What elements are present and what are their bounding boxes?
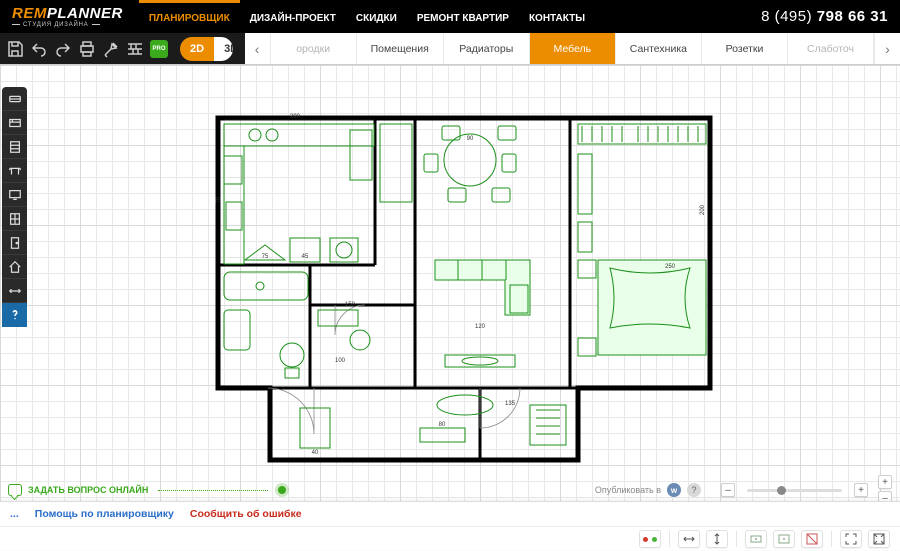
grid-off-button[interactable]: [801, 530, 823, 548]
fullscreen-button[interactable]: [868, 530, 890, 548]
toolbar: PRO 2D 3D ‹ ородки Помещения Радиаторы М…: [0, 33, 900, 65]
nav-contacts[interactable]: КОНТАКТЫ: [519, 0, 595, 33]
svg-text:45: 45: [302, 254, 309, 260]
workspace: .ow{stroke:#000;stroke-width:5;fill:none…: [0, 65, 900, 501]
zoom-slider[interactable]: [747, 489, 842, 492]
view-3d-button[interactable]: 3D: [214, 37, 233, 61]
tab-rooms[interactable]: Помещения: [357, 33, 444, 64]
svg-text:90: 90: [467, 136, 474, 142]
layer-toggle-button[interactable]: [639, 530, 661, 548]
view-2d-button[interactable]: 2D: [180, 37, 214, 61]
sidebar-cabinet-icon[interactable]: [2, 207, 27, 231]
fit-screen-button[interactable]: [840, 530, 862, 548]
phone-prefix: 8 (495): [761, 8, 817, 25]
nav-renovation[interactable]: РЕМОНТ КВАРТИР: [407, 0, 519, 33]
sidebar-house-icon[interactable]: [2, 255, 27, 279]
nav-planner[interactable]: ПЛАНИРОВЩИК: [139, 0, 240, 33]
tab-sockets[interactable]: Розетки: [702, 33, 788, 64]
undo-icon[interactable]: [30, 40, 48, 58]
footer-report-link[interactable]: Сообщить об ошибке: [190, 508, 302, 520]
svg-text:100: 100: [335, 358, 346, 364]
svg-text:70: 70: [216, 196, 222, 203]
publish-strip: ЗАДАТЬ ВОПРОС ОНЛАЙН Опубликовать в w ? …: [0, 479, 900, 501]
ask-online-label: ЗАДАТЬ ВОПРОС ОНЛАЙН: [28, 485, 148, 495]
publish-label: Опубликовать в: [595, 485, 661, 495]
svg-text:135: 135: [505, 401, 516, 407]
sidebar-sofa-icon[interactable]: [2, 87, 27, 111]
online-dotline: [158, 490, 268, 491]
phone-number[interactable]: 8 (495) 798 66 31: [749, 8, 900, 25]
svg-text:80: 80: [439, 422, 446, 428]
category-tabs: ‹ ородки Помещения Радиаторы Мебель Сант…: [245, 33, 900, 64]
svg-text:250: 250: [665, 264, 676, 270]
zoom-in-button[interactable]: +: [854, 483, 868, 497]
logo-rem: REM: [12, 5, 47, 22]
sidebar-help-icon[interactable]: [2, 303, 27, 327]
phone-digits: 798 66 31: [817, 8, 888, 25]
online-indicator-icon: [278, 486, 286, 494]
main-nav: ПЛАНИРОВЩИК ДИЗАЙН-ПРОЕКТ СКИДКИ РЕМОНТ …: [139, 0, 595, 33]
tab-partitions[interactable]: ородки: [271, 33, 357, 64]
redo-icon[interactable]: [54, 40, 72, 58]
snap-h-button[interactable]: [678, 530, 700, 548]
chat-icon: [8, 484, 22, 496]
sidebar-dimension-icon[interactable]: [2, 279, 27, 303]
wall-icon[interactable]: [126, 40, 144, 58]
view-mode-toggle: 2D 3D: [180, 37, 233, 61]
top-bar: REMPLANNER СТУДИЯ ДИЗАЙНА ПЛАНИРОВЩИК ДИ…: [0, 0, 900, 33]
furniture-sidebar: [2, 87, 27, 327]
tabs-scroll-right[interactable]: ›: [874, 33, 900, 64]
tab-plumbing[interactable]: Сантехника: [616, 33, 702, 64]
footer: ... Помощь по планировщику Сообщить об о…: [0, 501, 900, 550]
svg-text:150: 150: [345, 302, 356, 308]
svg-text:75: 75: [262, 254, 269, 260]
sidebar-tv-icon[interactable]: [2, 183, 27, 207]
grid-small-button[interactable]: [745, 530, 767, 548]
tab-radiators[interactable]: Радиаторы: [444, 33, 530, 64]
snap-v-button[interactable]: [706, 530, 728, 548]
floor-plan[interactable]: .ow{stroke:#000;stroke-width:5;fill:none…: [210, 110, 720, 470]
nav-design-project[interactable]: ДИЗАЙН-ПРОЕКТ: [240, 0, 346, 33]
svg-text:290: 290: [290, 114, 301, 120]
pan-up-button[interactable]: +: [878, 475, 892, 489]
print-icon[interactable]: [78, 40, 96, 58]
grid-large-button[interactable]: [773, 530, 795, 548]
tab-furniture[interactable]: Мебель: [530, 33, 616, 64]
svg-text:40: 40: [312, 450, 319, 456]
nav-discounts[interactable]: СКИДКИ: [346, 0, 407, 33]
zoom-out-button[interactable]: –: [721, 483, 735, 497]
svg-text:200: 200: [700, 204, 706, 215]
publish-help-icon[interactable]: ?: [687, 483, 701, 497]
ask-question-online[interactable]: ЗАДАТЬ ВОПРОС ОНЛАЙН: [8, 484, 286, 496]
sidebar-door-icon[interactable]: [2, 231, 27, 255]
footer-help-link[interactable]: Помощь по планировщику: [35, 508, 174, 520]
save-icon[interactable]: [6, 40, 24, 58]
tabs-scroll-left[interactable]: ‹: [245, 33, 271, 64]
pro-badge[interactable]: PRO: [150, 40, 168, 58]
sidebar-shelf-icon[interactable]: [2, 135, 27, 159]
sidebar-bed-icon[interactable]: [2, 111, 27, 135]
sidebar-table-icon[interactable]: [2, 159, 27, 183]
logo-subtitle: СТУДИЯ ДИЗАЙНА: [23, 22, 89, 28]
share-vk-icon[interactable]: w: [667, 483, 681, 497]
logo-planner: PLANNER: [47, 5, 123, 22]
footer-more[interactable]: ...: [10, 508, 19, 520]
svg-text:120: 120: [475, 324, 486, 330]
tools-icon[interactable]: [102, 40, 120, 58]
tab-lowvoltage[interactable]: Слаботоч: [788, 33, 874, 64]
logo[interactable]: REMPLANNER СТУДИЯ ДИЗАЙНА: [0, 6, 135, 28]
